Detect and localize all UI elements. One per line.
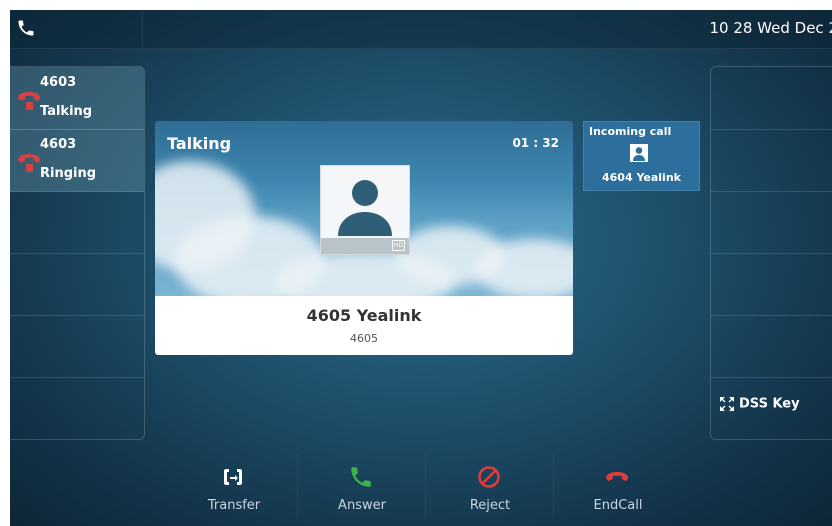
caller-info: 4605 Yealink 4605 xyxy=(155,296,573,355)
expand-icon xyxy=(720,397,734,411)
dss-key-empty[interactable] xyxy=(711,129,832,192)
line-key-talking[interactable]: 4603 Talking xyxy=(10,67,144,130)
softkey-bar: Transfer Answer Reject EndCall xyxy=(10,446,832,526)
status-bar-divider xyxy=(142,10,143,48)
answer-button[interactable]: Answer xyxy=(298,446,426,526)
clock: 10 28 Wed Dec 2 xyxy=(709,19,832,37)
incoming-caller-name: 4604 Yealink xyxy=(602,171,681,184)
reject-icon xyxy=(478,466,500,488)
handset-icon xyxy=(18,92,40,110)
dss-key-button[interactable]: DSS Key xyxy=(711,377,832,439)
line-key-empty[interactable] xyxy=(10,191,144,254)
endcall-icon xyxy=(606,472,628,481)
incoming-title: Incoming call xyxy=(589,125,672,138)
line-key-empty[interactable] xyxy=(10,377,144,439)
transfer-button[interactable]: Transfer xyxy=(170,446,298,526)
active-call-card: Talking 01 : 32 HD 4605 Yealink 4605 xyxy=(155,121,573,355)
answer-icon xyxy=(351,467,371,487)
transfer-icon xyxy=(224,469,242,485)
line-status: Talking xyxy=(40,104,93,119)
dss-key-empty[interactable] xyxy=(711,315,832,378)
dss-key-label: DSS Key xyxy=(739,396,800,412)
person-icon xyxy=(338,180,392,236)
phone-icon xyxy=(18,20,34,36)
line-key-ringing[interactable]: 4603 Ringing xyxy=(10,129,144,192)
line-number: 4603 xyxy=(40,75,77,90)
dss-key-empty[interactable] xyxy=(711,191,832,254)
line-key-panel: 4603 Talking 4603 Ringing xyxy=(10,66,145,440)
reject-label: Reject xyxy=(469,498,511,513)
call-timer: 01 : 32 xyxy=(512,136,559,150)
contact-avatar: HD xyxy=(320,165,410,255)
incoming-avatar xyxy=(630,144,648,162)
phone-screen: 10 28 Wed Dec 2 4603 Talking 4603 Ringin… xyxy=(10,10,832,526)
answer-label: Answer xyxy=(338,498,386,513)
status-bar: 10 28 Wed Dec 2 xyxy=(10,10,832,49)
person-icon xyxy=(633,147,645,161)
line-number: 4603 xyxy=(40,137,77,152)
incoming-call-card[interactable]: Incoming call 4604 Yealink xyxy=(583,121,700,191)
call-state-title: Talking xyxy=(167,134,232,153)
dss-key-empty[interactable] xyxy=(711,67,832,130)
caller-name: 4605 Yealink xyxy=(306,306,422,325)
hd-badge: HD xyxy=(392,240,405,251)
caller-number: 4605 xyxy=(350,332,378,345)
line-key-empty[interactable] xyxy=(10,253,144,316)
endcall-button[interactable]: EndCall xyxy=(554,446,682,526)
endcall-label: EndCall xyxy=(593,498,643,513)
line-key-empty[interactable] xyxy=(10,315,144,378)
transfer-label: Transfer xyxy=(207,498,261,513)
dss-key-empty[interactable] xyxy=(711,253,832,316)
dss-key-panel: DSS Key xyxy=(710,66,832,440)
line-status: Ringing xyxy=(40,166,97,181)
reject-button[interactable]: Reject xyxy=(426,446,554,526)
handset-icon xyxy=(18,154,40,172)
